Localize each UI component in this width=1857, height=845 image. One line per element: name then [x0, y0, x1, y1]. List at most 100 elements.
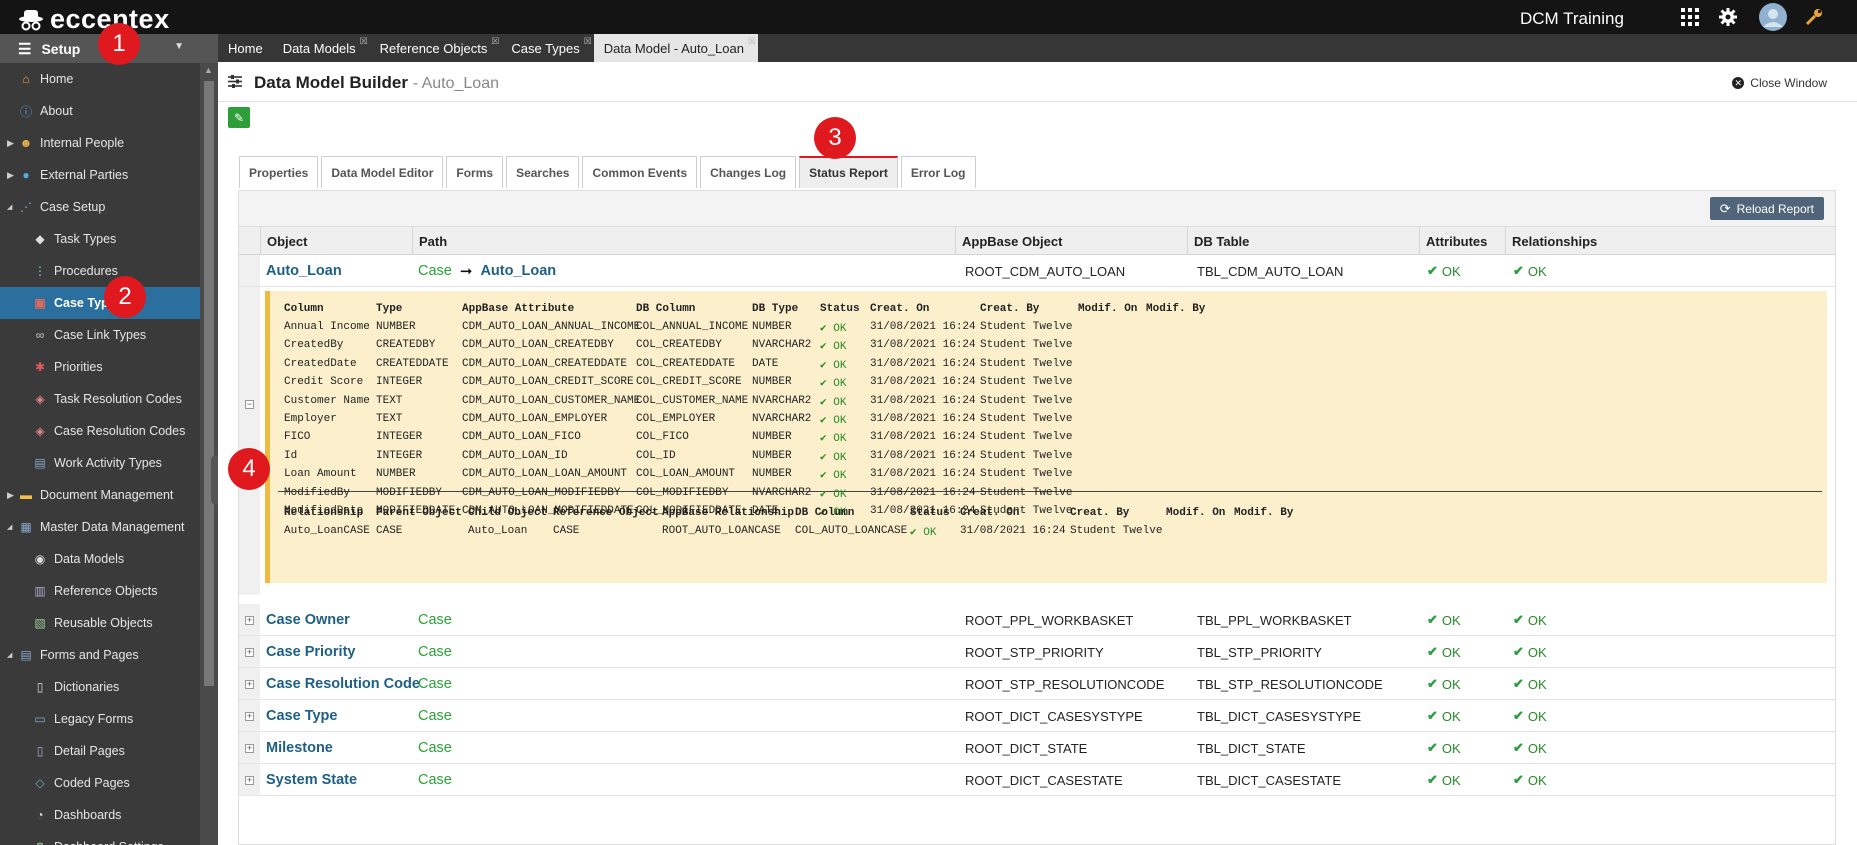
object-name[interactable]: Case Owner	[266, 604, 350, 636]
sidebar-item-task-types[interactable]: ◆ Task Types	[0, 223, 218, 255]
tab-status-report[interactable]: Status Report	[799, 156, 898, 188]
sidebar-scrollbar[interactable]: ▲	[200, 63, 218, 845]
sidebar-item-task-resolution-codes[interactable]: ◈ Task Resolution Codes	[0, 383, 218, 415]
column-header-attributes[interactable]: Attributes	[1419, 227, 1487, 255]
sidebar-item-master-data-management[interactable]: ◢ ▦ Master Data Management	[0, 511, 218, 543]
sidebar-item-reference-objects[interactable]: ▥ Reference Objects	[0, 575, 218, 607]
column-header-path[interactable]: Path	[412, 227, 447, 255]
detail-cell: ✔ OK	[820, 395, 846, 409]
column-header-db-table[interactable]: DB Table	[1187, 227, 1249, 255]
db-table: TBL_CDM_AUTO_LOAN	[1197, 263, 1344, 279]
tab-forms[interactable]: Forms	[446, 156, 504, 188]
expand-arrow-icon[interactable]: ▶	[7, 138, 14, 149]
tab-data-model-auto-loan[interactable]: Data Model - Auto_Loan ☒	[593, 34, 758, 62]
expand-row-toggle[interactable]: +	[245, 680, 254, 689]
expand-row-toggle[interactable]: +	[245, 648, 254, 657]
expand-row-toggle[interactable]: +	[245, 776, 254, 785]
scrollbar-thumb[interactable]	[204, 81, 214, 686]
sidebar-item-dashboard-settings[interactable]: ⚙ Dashboard Settings	[0, 831, 218, 845]
sidebar-item-external-parties[interactable]: ▶ ● External Parties	[0, 159, 218, 191]
detail-cell: Modif. By	[1146, 303, 1206, 315]
brand-logo[interactable]: eccentex	[18, 4, 170, 35]
detail-cell: COL_EMPLOYER	[636, 413, 716, 425]
sidebar-item-coded-pages[interactable]: ◇ Coded Pages	[0, 767, 218, 799]
tab-data-models[interactable]: Data Models ☒	[273, 34, 370, 62]
expand-row-toggle[interactable]: +	[245, 712, 254, 721]
chevron-down-icon[interactable]: ▼	[174, 41, 184, 52]
column-header-relationships[interactable]: Relationships	[1505, 227, 1597, 255]
avatar[interactable]	[1759, 3, 1787, 31]
tab-common-events[interactable]: Common Events	[582, 156, 698, 188]
sidebar-item-case-resolution-codes[interactable]: ◈ Case Resolution Codes	[0, 415, 218, 447]
object-name[interactable]: Auto_Loan	[266, 255, 342, 287]
edit-button[interactable]: ✎	[228, 107, 250, 128]
table-row[interactable]: + System State Case ROOT_DICT_CASESTATE TBL_…	[239, 764, 1835, 796]
detail-cell: Student Twelve	[980, 394, 1073, 407]
sidebar-item-dashboards[interactable]: ◔ Dashboards	[0, 799, 218, 831]
sidebar-item-reusable-objects[interactable]: ▧ Reusable Objects	[0, 607, 218, 639]
reload-report-button[interactable]: ⟳ Reload Report	[1709, 197, 1824, 220]
tab-searches[interactable]: Searches	[506, 156, 580, 188]
close-window-button[interactable]: ✕ Close Window	[1732, 76, 1827, 90]
tab-changes-log[interactable]: Changes Log	[700, 156, 797, 188]
column-header-appbase-object[interactable]: AppBase Object	[955, 227, 1062, 255]
object-name[interactable]: Case Priority	[266, 636, 355, 668]
reload-report-label: Reload Report	[1736, 201, 1814, 216]
sidebar-item-label: Case Resolution Codes	[54, 424, 186, 438]
expanded-arrow-icon[interactable]: ◢	[7, 651, 12, 659]
sidebar-item-case-setup[interactable]: ◢ ⋰ Case Setup	[0, 191, 218, 223]
column-header-object[interactable]: Object	[260, 227, 307, 255]
sidebar-item-dictionaries[interactable]: ▯ Dictionaries	[0, 671, 218, 703]
table-row[interactable]: + Case Priority Case ROOT_STP_PRIORITY TBL_S…	[239, 636, 1835, 668]
sidebar-item-legacy-forms[interactable]: ▭ Legacy Forms	[0, 703, 218, 735]
object-name[interactable]: System State	[266, 764, 357, 796]
sidebar-item-detail-pages[interactable]: ▯ Detail Pages	[0, 735, 218, 767]
detail-cell: INTEGER	[376, 376, 423, 389]
object-name[interactable]: Case Resolution Code	[266, 668, 420, 700]
sidebar-item-about[interactable]: ⓘ About	[0, 95, 218, 127]
tab-properties[interactable]: Properties	[239, 156, 319, 188]
ok-text: OK	[1527, 676, 1547, 692]
gear-icon[interactable]	[1717, 6, 1739, 28]
collapse-row-toggle[interactable]: −	[245, 400, 254, 409]
sidebar-item-internal-people[interactable]: ▶ ☻ Internal People	[0, 127, 218, 159]
sidebar-item-case-link-types[interactable]: ∞ Case Link Types	[0, 319, 218, 351]
object-name[interactable]: Case Type	[266, 700, 337, 732]
table-row[interactable]: + Milestone Case ROOT_DICT_STATE TBL_DICT_ST…	[239, 732, 1835, 764]
expand-row-toggle[interactable]: +	[245, 744, 254, 753]
sidebar-item-home[interactable]: ⌂ Home	[0, 63, 218, 95]
expand-arrow-icon[interactable]: ▶	[7, 490, 14, 501]
db-table: TBL_STP_RESOLUTIONCODE	[1197, 676, 1383, 692]
apps-grid-icon[interactable]	[1679, 6, 1701, 28]
detail-cell: CREATEDDATE	[376, 357, 449, 370]
table-row[interactable]: + Case Owner Case ROOT_PPL_WORKBASKET TBL_PP…	[239, 604, 1835, 636]
expand-arrow-icon[interactable]: ▶	[7, 170, 14, 181]
reusable-icon: ▧	[34, 616, 46, 630]
attributes-status: ✔ OK	[1427, 636, 1461, 668]
sidebar-item-document-management[interactable]: ▶ ▬ Document Management	[0, 479, 218, 511]
table-row[interactable]: + Case Resolution Code Case ROOT_STP_RESOLU…	[239, 668, 1835, 700]
sidebar-item-priorities[interactable]: ✱ Priorities	[0, 351, 218, 383]
close-tab-icon[interactable]: ☒	[491, 36, 499, 47]
tab-error-log[interactable]: Error Log	[900, 156, 976, 188]
hamburger-icon[interactable]: ☰	[18, 40, 31, 58]
sidebar-item-data-models[interactable]: ◉ Data Models	[0, 543, 218, 575]
object-name[interactable]: Milestone	[266, 732, 333, 764]
tab-case-types[interactable]: Case Types ☒	[501, 34, 593, 62]
sidebar-item-forms-and-pages[interactable]: ◢ ▤ Forms and Pages	[0, 639, 218, 671]
table-row-expanded[interactable]: Auto_Loan Case ➞ Auto_Loan ROOT_CDM_AUTO…	[239, 255, 1835, 287]
sidebar-item-work-activity-types[interactable]: ▤ Work Activity Types	[0, 447, 218, 479]
reference-icon: ▥	[34, 584, 46, 598]
tab-data-model-editor[interactable]: Data Model Editor	[321, 156, 444, 188]
close-tab-icon[interactable]: ☒	[748, 36, 756, 47]
expanded-arrow-icon[interactable]: ◢	[7, 523, 12, 531]
close-tab-icon[interactable]: ☒	[360, 36, 368, 47]
scroll-up-icon[interactable]: ▲	[204, 65, 213, 75]
expanded-arrow-icon[interactable]: ◢	[7, 203, 12, 211]
close-tab-icon[interactable]: ☒	[584, 36, 592, 47]
tab-reference-objects[interactable]: Reference Objects ☒	[370, 34, 502, 62]
tab-home[interactable]: Home	[218, 34, 273, 62]
table-row[interactable]: + Case Type Case ROOT_DICT_CASESYSTYPE TBL_D…	[239, 700, 1835, 732]
expand-row-toggle[interactable]: +	[245, 616, 254, 625]
wrench-icon[interactable]	[1803, 6, 1825, 28]
